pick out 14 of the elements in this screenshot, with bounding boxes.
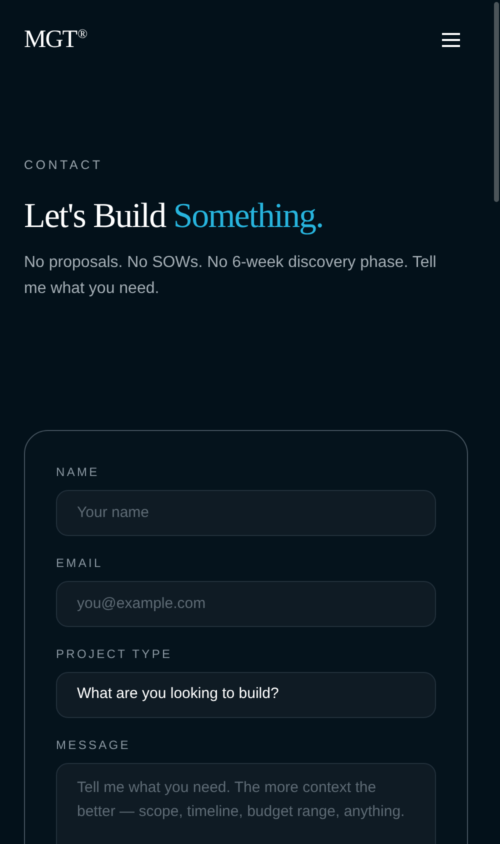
logo[interactable]: MGT® [24, 21, 86, 59]
intro-text: No proposals. No SOWs. No 6-week discovery phase. Tell me what you need. [24, 252, 438, 298]
input-field[interactable]: you@example.com [56, 580, 436, 626]
field-label: EMAIL [56, 554, 104, 572]
section-eyebrow: CONTACT [24, 159, 104, 172]
select-field[interactable]: What are you looking to build? [56, 672, 436, 718]
field-label: PROJECT TYPE [56, 646, 174, 662]
menu-icon[interactable] [442, 33, 460, 47]
scrollbar-thumb[interactable] [494, 2, 499, 202]
field-label: MESSAGE [56, 736, 132, 754]
input-field[interactable]: Your name [56, 490, 436, 536]
section-title: Let's Build Something. [24, 194, 324, 236]
message-field[interactable]: Tell me what you need. The more context the better — scope, timeline, budget range, anything. [56, 762, 436, 844]
field-label: NAME [56, 464, 100, 480]
